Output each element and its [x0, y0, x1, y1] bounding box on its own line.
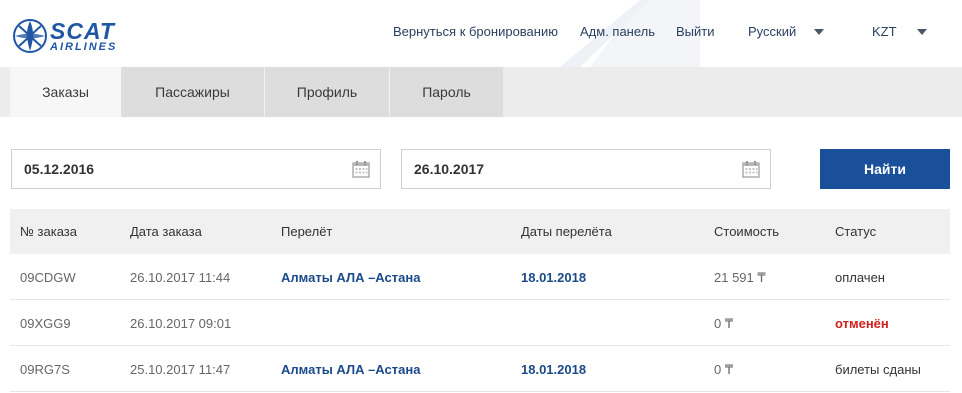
column-header-cost: Стоимость: [714, 224, 780, 239]
tab-passengers[interactable]: Пассажиры: [121, 67, 264, 117]
calendar-icon[interactable]: [742, 160, 760, 178]
table-row[interactable]: 09RG7S 25.10.2017 11:47 Алматы АЛА –Аста…: [10, 346, 950, 392]
date-to-field[interactable]: [401, 149, 771, 189]
back-to-booking-link[interactable]: Вернуться к бронированию: [393, 24, 558, 39]
order-cost: 0 ₸: [714, 316, 734, 331]
column-header-order-date: Дата заказа: [130, 224, 202, 239]
logo[interactable]: SCAT AIRLINES: [12, 18, 117, 54]
chevron-down-icon: [916, 28, 927, 35]
order-date: 25.10.2017 11:47: [130, 362, 231, 377]
order-status: билеты сданы: [835, 362, 921, 377]
language-value: Русский: [748, 24, 797, 39]
table-header: № заказа Дата заказа Перелёт Даты перелё…: [10, 209, 950, 254]
table-row[interactable]: 09XGG9 26.10.2017 09:01 0 ₸ отменён: [10, 300, 950, 346]
order-status: отменён: [835, 316, 889, 331]
flight-route-link[interactable]: Алматы АЛА –Астана: [281, 362, 420, 377]
column-header-flight-dates: Даты перелёта: [521, 224, 612, 239]
logout-link[interactable]: Выйти: [676, 24, 715, 39]
order-date: 26.10.2017 09:01: [130, 316, 232, 331]
order-number: 09XGG9: [20, 316, 71, 331]
currency-select[interactable]: KZT: [872, 24, 927, 39]
logo-main: SCAT: [50, 17, 115, 44]
tab-password[interactable]: Пароль: [390, 67, 503, 117]
admin-panel-link[interactable]: Адм. панель: [580, 24, 655, 39]
order-cost: 21 591 ₸: [714, 270, 766, 285]
order-number: 09CDGW: [20, 270, 76, 285]
date-from-field[interactable]: [11, 149, 381, 189]
tab-profile[interactable]: Профиль: [265, 67, 389, 117]
header: SCAT AIRLINES Вернуться к бронированию А…: [0, 0, 962, 67]
order-cost: 0 ₸: [714, 362, 734, 377]
chevron-down-icon: [814, 28, 825, 35]
column-header-flight: Перелёт: [281, 224, 333, 239]
date-from-input[interactable]: [24, 161, 324, 177]
orders-table: № заказа Дата заказа Перелёт Даты перелё…: [10, 209, 950, 392]
flight-date: 18.01.2018: [521, 362, 587, 377]
date-to-input[interactable]: [414, 161, 714, 177]
search-button[interactable]: Найти: [820, 149, 950, 189]
column-header-order-number: № заказа: [20, 224, 77, 239]
calendar-icon[interactable]: [352, 160, 370, 178]
tab-orders[interactable]: Заказы: [10, 67, 121, 117]
language-select[interactable]: Русский: [748, 24, 825, 39]
logo-mark-icon: [13, 19, 47, 53]
column-header-status: Статус: [835, 224, 877, 239]
order-date: 26.10.2017 11:44: [130, 270, 231, 285]
order-number: 09RG7S: [20, 362, 70, 377]
order-status: оплачен: [835, 270, 885, 285]
logo-sub: AIRLINES: [50, 40, 118, 53]
flight-date: 18.01.2018: [521, 270, 587, 285]
table-row[interactable]: 09CDGW 26.10.2017 11:44 Алматы АЛА –Аста…: [10, 254, 950, 300]
tab-bar: Заказы Пассажиры Профиль Пароль: [0, 67, 962, 117]
flight-route-link[interactable]: Алматы АЛА –Астана: [281, 270, 420, 285]
logo-text: SCAT AIRLINES: [50, 17, 118, 53]
currency-value: KZT: [872, 24, 897, 39]
